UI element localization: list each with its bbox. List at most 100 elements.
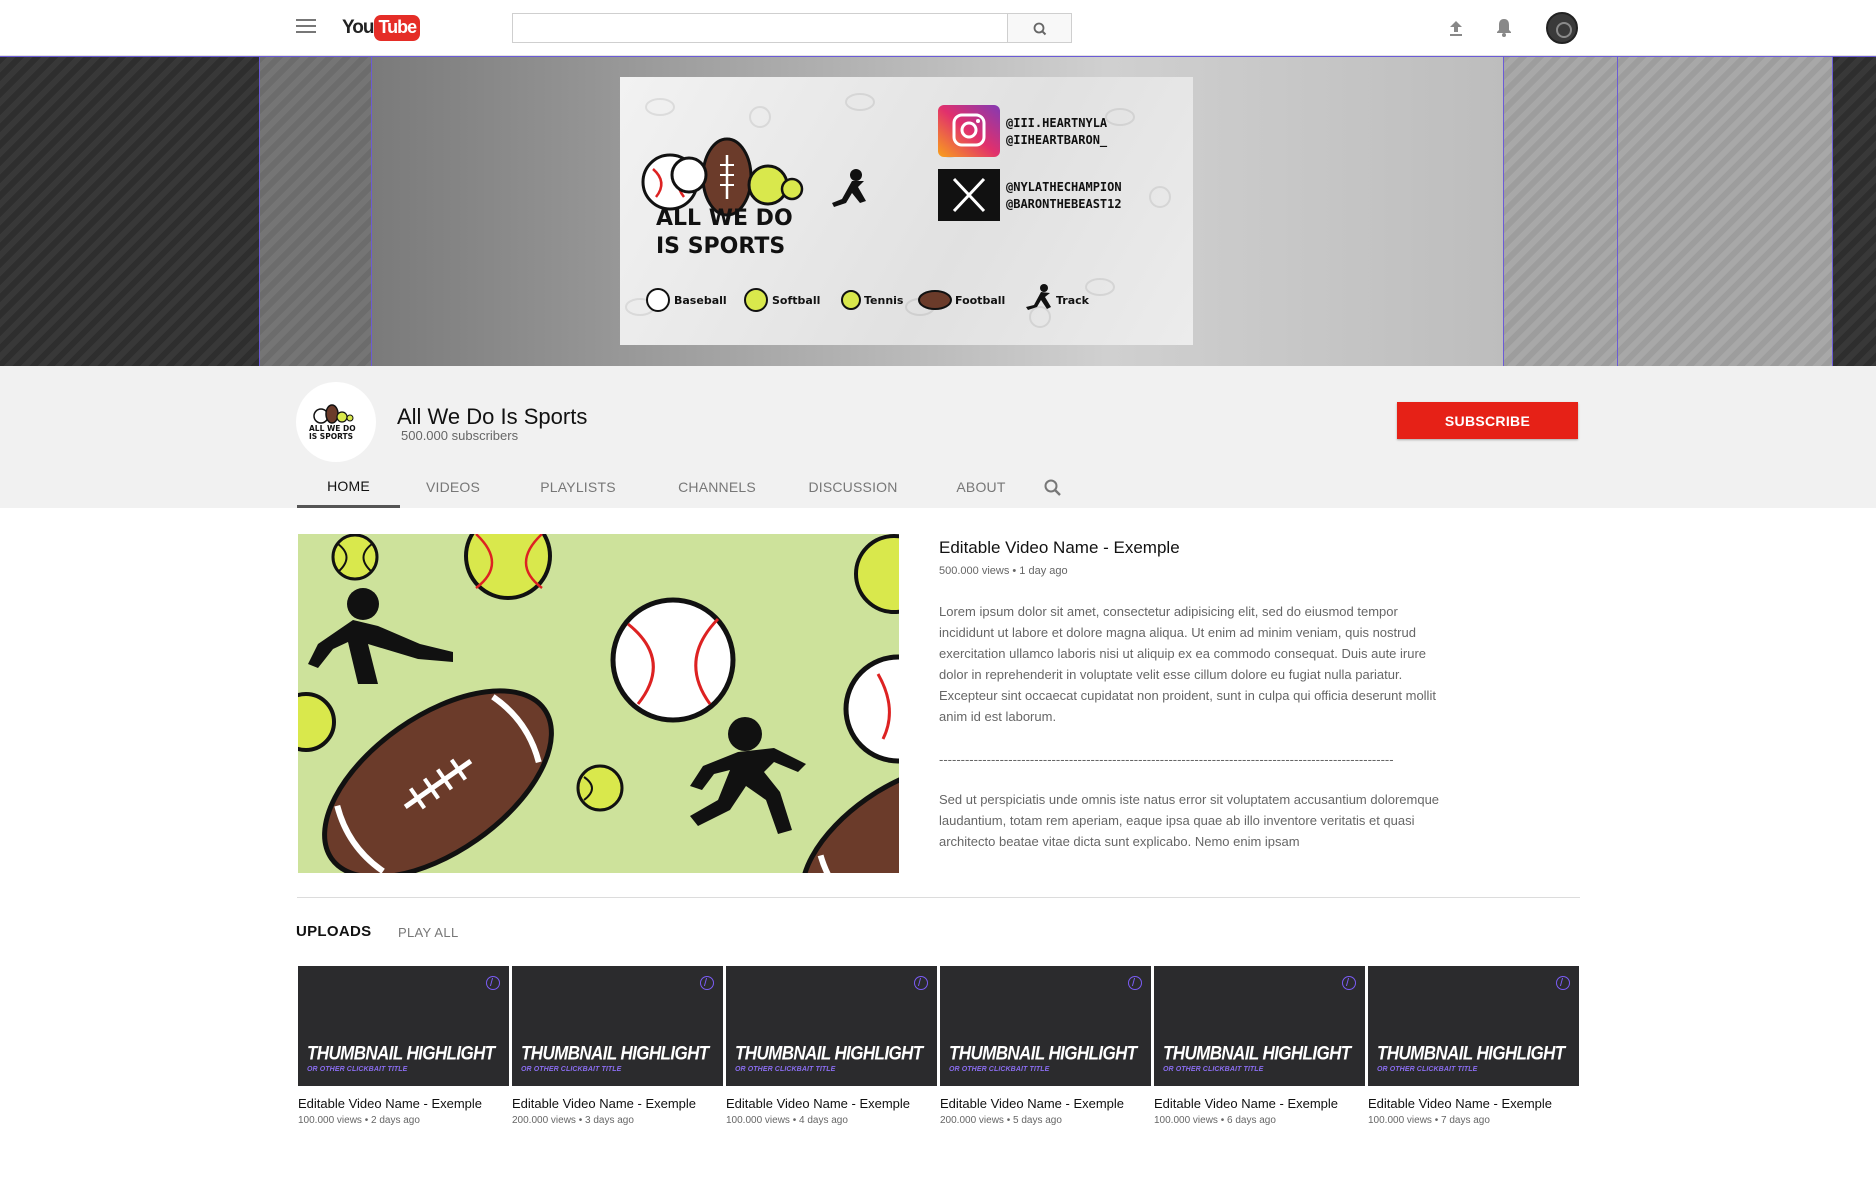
search-input[interactable] <box>512 13 1008 43</box>
track-icon <box>1026 284 1051 310</box>
thumbnail-highlight: THUMBNAIL HIGHLIGHT <box>949 1042 1137 1065</box>
channel-header: ALL WE DO IS SPORTS All We Do Is Sports … <box>0 366 1876 508</box>
thumbnail-subtitle: OR OTHER CLICKBAIT TITLE <box>1377 1066 1478 1073</box>
channel-search-icon[interactable] <box>1043 478 1063 498</box>
channel-avatar-logo: ALL WE DO IS SPORTS <box>309 404 356 441</box>
softball-icon <box>744 288 768 312</box>
sport-baseball: Baseball <box>674 294 727 307</box>
art-title-line2: IS SPORTS <box>656 234 785 259</box>
thumbnail-subtitle: OR OTHER CLICKBAIT TITLE <box>1163 1066 1264 1073</box>
video-thumbnail[interactable]: THUMBNAIL HIGHLIGHT OR OTHER CLICKBAIT T… <box>940 966 1151 1086</box>
thumbnail-subtitle: OR OTHER CLICKBAIT TITLE <box>521 1066 622 1073</box>
video-title[interactable]: Editable Video Name - Exemple <box>726 1096 937 1111</box>
video-thumbnail[interactable]: THUMBNAIL HIGHLIGHT OR OTHER CLICKBAIT T… <box>1368 966 1579 1086</box>
brand-logo-icon <box>1128 976 1142 990</box>
tab-home[interactable]: HOME <box>297 466 400 508</box>
video-title[interactable]: Editable Video Name - Exemple <box>1368 1096 1579 1111</box>
baseball-icon <box>646 288 670 312</box>
tab-about[interactable]: ABOUT <box>929 466 1033 508</box>
x-handle-1: @NYLATHECHAMPION <box>1006 180 1122 194</box>
thumbnail-highlight: THUMBNAIL HIGHLIGHT <box>521 1042 709 1065</box>
instagram-icon <box>938 105 1000 157</box>
video-title[interactable]: Editable Video Name - Exemple <box>512 1096 723 1111</box>
brand-logo-icon <box>1342 976 1356 990</box>
account-avatar[interactable] <box>1546 12 1578 44</box>
tab-channels[interactable]: CHANNELS <box>657 466 777 508</box>
banner-artwork: ALL WE DO IS SPORTS @III.HEARTNYLA @IIHE… <box>620 77 1193 345</box>
featured-video-title[interactable]: Editable Video Name - Exemple <box>939 538 1180 558</box>
video-meta: 100.000 views • 7 days ago <box>1368 1115 1490 1126</box>
tab-videos[interactable]: VIDEOS <box>400 466 506 508</box>
thumbnail-highlight: THUMBNAIL HIGHLIGHT <box>307 1042 495 1065</box>
section-separator <box>297 897 1580 898</box>
top-bar: You Tube <box>0 0 1876 56</box>
menu-icon[interactable] <box>296 19 316 35</box>
featured-video-thumbnail[interactable] <box>298 534 899 873</box>
tennis-icon <box>841 290 861 310</box>
featured-thumbnail-art <box>298 534 899 873</box>
bell-icon[interactable] <box>1493 16 1515 38</box>
thumbnail-highlight: THUMBNAIL HIGHLIGHT <box>1163 1042 1351 1065</box>
banner-guide-line <box>0 56 1876 57</box>
uploads-heading[interactable]: UPLOADS <box>296 923 371 940</box>
x-handle-2: @BARONTHEBEAST12 <box>1006 197 1122 211</box>
banner-right-area <box>1503 56 1832 366</box>
thumbnail-subtitle: OR OTHER CLICKBAIT TITLE <box>949 1066 1050 1073</box>
featured-video-description: Lorem ipsum dolor sit amet, consectetur … <box>939 604 1436 724</box>
upload-icon[interactable] <box>1446 18 1466 38</box>
video-card[interactable]: THUMBNAIL HIGHLIGHT OR OTHER CLICKBAIT T… <box>726 966 937 1126</box>
video-meta: 100.000 views • 2 days ago <box>298 1115 420 1126</box>
description-divider: ----------------------------------------… <box>939 752 1394 767</box>
logo-tube-text: Tube <box>374 15 421 41</box>
video-card[interactable]: THUMBNAIL HIGHLIGHT OR OTHER CLICKBAIT T… <box>1368 966 1579 1126</box>
video-card[interactable]: THUMBNAIL HIGHLIGHT OR OTHER CLICKBAIT T… <box>1154 966 1365 1126</box>
subscribe-button[interactable]: SUBSCRIBE <box>1397 402 1578 439</box>
play-all-button[interactable]: PLAY ALL <box>398 925 458 940</box>
video-card[interactable]: THUMBNAIL HIGHLIGHT OR OTHER CLICKBAIT T… <box>940 966 1151 1126</box>
video-thumbnail[interactable]: THUMBNAIL HIGHLIGHT OR OTHER CLICKBAIT T… <box>298 966 509 1086</box>
tab-discussion[interactable]: DISCUSSION <box>784 466 922 508</box>
banner-guide-line <box>259 56 260 366</box>
banner-guide-line <box>371 56 372 366</box>
video-card[interactable]: THUMBNAIL HIGHLIGHT OR OTHER CLICKBAIT T… <box>298 966 509 1126</box>
channel-avatar[interactable]: ALL WE DO IS SPORTS <box>296 382 376 462</box>
football-icon <box>918 290 952 310</box>
sport-football: Football <box>955 294 1005 307</box>
featured-video-meta: 500.000 views • 1 day ago <box>939 565 1068 577</box>
logo-you-text: You <box>342 17 375 38</box>
banner-guide-line <box>1503 56 1504 366</box>
sport-tennis: Tennis <box>864 294 904 307</box>
brand-logo-icon <box>700 976 714 990</box>
thumbnail-subtitle: OR OTHER CLICKBAIT TITLE <box>735 1066 836 1073</box>
video-title[interactable]: Editable Video Name - Exemple <box>1154 1096 1365 1111</box>
thumbnail-highlight: THUMBNAIL HIGHLIGHT <box>1377 1042 1565 1065</box>
video-thumbnail[interactable]: THUMBNAIL HIGHLIGHT OR OTHER CLICKBAIT T… <box>726 966 937 1086</box>
sport-track: Track <box>1056 294 1090 307</box>
video-title[interactable]: Editable Video Name - Exemple <box>298 1096 509 1111</box>
art-title-line1: ALL WE DO <box>656 206 793 231</box>
instagram-handle-1: @III.HEARTNYLA <box>1006 116 1108 130</box>
sport-softball: Softball <box>772 294 820 307</box>
search-icon <box>1033 22 1047 36</box>
video-card[interactable]: THUMBNAIL HIGHLIGHT OR OTHER CLICKBAIT T… <box>512 966 723 1126</box>
thumbnail-subtitle: OR OTHER CLICKBAIT TITLE <box>307 1066 408 1073</box>
video-thumbnail[interactable]: THUMBNAIL HIGHLIGHT OR OTHER CLICKBAIT T… <box>1154 966 1365 1086</box>
video-meta: 200.000 views • 3 days ago <box>512 1115 634 1126</box>
channel-banner: ALL WE DO IS SPORTS @III.HEARTNYLA @IIHE… <box>0 56 1876 366</box>
video-thumbnail[interactable]: THUMBNAIL HIGHLIGHT OR OTHER CLICKBAIT T… <box>512 966 723 1086</box>
brand-logo-icon <box>1556 976 1570 990</box>
brand-logo-icon <box>486 976 500 990</box>
tab-playlists[interactable]: PLAYLISTS <box>515 466 641 508</box>
video-meta: 200.000 views • 5 days ago <box>940 1115 1062 1126</box>
search-button[interactable] <box>1008 13 1072 43</box>
channel-name: All We Do Is Sports <box>397 404 588 429</box>
youtube-logo[interactable]: You Tube <box>342 15 421 41</box>
video-meta: 100.000 views • 4 days ago <box>726 1115 848 1126</box>
thumbnail-highlight: THUMBNAIL HIGHLIGHT <box>735 1042 923 1065</box>
video-title[interactable]: Editable Video Name - Exemple <box>940 1096 1151 1111</box>
brand-logo-icon <box>914 976 928 990</box>
banner-artwork-graphic: ALL WE DO IS SPORTS @III.HEARTNYLA @IIHE… <box>625 93 1171 328</box>
banner-guide-line <box>1617 56 1618 366</box>
instagram-handle-2: @IIHEARTBARON_ <box>1006 133 1108 148</box>
subscriber-count: 500.000 subscribers <box>401 428 519 443</box>
